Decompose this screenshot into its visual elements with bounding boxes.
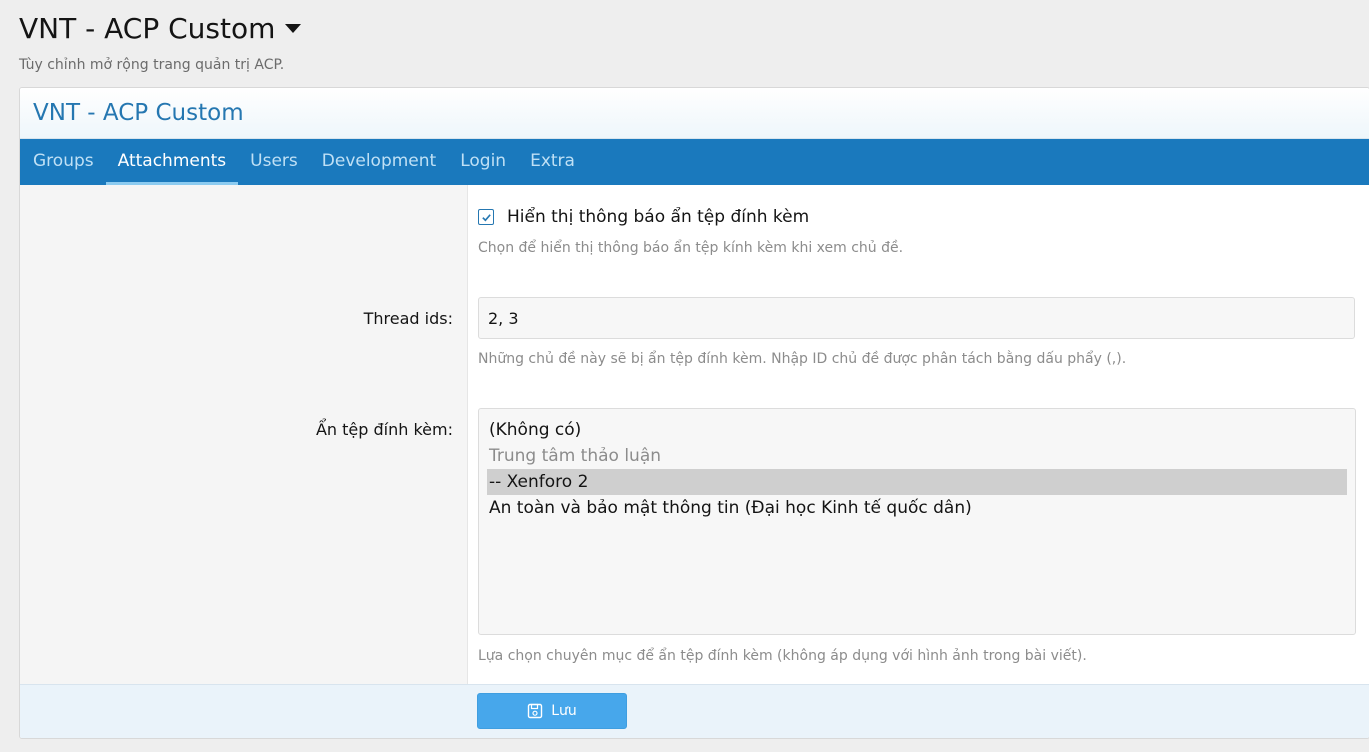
show-notice-explain: Chọn để hiển thị thông báo ẩn tệp kính k…: [478, 240, 904, 256]
page-title: VNT - ACP Custom: [19, 11, 276, 45]
page-title-dropdown[interactable]: VNT - ACP Custom: [19, 8, 302, 48]
show-notice-checkbox[interactable]: [478, 209, 494, 225]
save-button-label: Lưu: [551, 703, 577, 719]
form-footer: Lưu: [20, 684, 1369, 738]
tab-groups[interactable]: Groups: [21, 139, 106, 185]
tab-login[interactable]: Login: [448, 139, 518, 185]
save-icon: [528, 703, 543, 719]
hide-attachments-select[interactable]: (Không có) Trung tâm thảo luận -- Xenfor…: [478, 408, 1356, 635]
page-header: VNT - ACP Custom Tùy chỉnh mở rộng trang…: [19, 8, 302, 73]
thread-ids-input[interactable]: [478, 297, 1355, 339]
tab-development[interactable]: Development: [310, 139, 448, 185]
hide-attachments-label: Ẩn tệp đính kèm:: [315, 420, 453, 439]
caret-down-icon[interactable]: [285, 23, 302, 33]
select-option[interactable]: -- Xenforo 2: [487, 469, 1347, 495]
thread-ids-label: Thread ids:: [363, 309, 453, 328]
form-body: Hiển thị thông báo ẩn tệp đính kèm Chọn …: [20, 185, 1369, 685]
select-option: Trung tâm thảo luận: [489, 446, 662, 466]
show-notice-label: Hiển thị thông báo ẩn tệp đính kèm: [507, 207, 810, 227]
tab-attachments[interactable]: Attachments: [105, 139, 239, 185]
hide-attachments-explain: Lựa chọn chuyên mục để ẩn tệp đính kèm (…: [478, 648, 1087, 664]
tab-bar: Groups Attachments Users Development Log…: [20, 139, 1369, 185]
tab-extra[interactable]: Extra: [518, 139, 587, 185]
page-description: Tùy chỉnh mở rộng trang quản trị ACP.: [19, 57, 285, 73]
check-icon: [481, 213, 491, 221]
options-block: VNT - ACP Custom Groups Attachments User…: [19, 87, 1369, 739]
block-title: VNT - ACP Custom: [20, 88, 1369, 139]
tab-users[interactable]: Users: [238, 139, 310, 185]
select-option[interactable]: An toàn và bảo mật thông tin (Đại học Ki…: [487, 495, 1347, 521]
save-button[interactable]: Lưu: [477, 693, 627, 729]
select-option[interactable]: (Không có): [487, 417, 1347, 443]
thread-ids-explain: Những chủ đề này sẽ bị ẩn tệp đính kèm. …: [478, 351, 1127, 367]
show-notice-option[interactable]: Hiển thị thông báo ẩn tệp đính kèm: [478, 207, 809, 227]
